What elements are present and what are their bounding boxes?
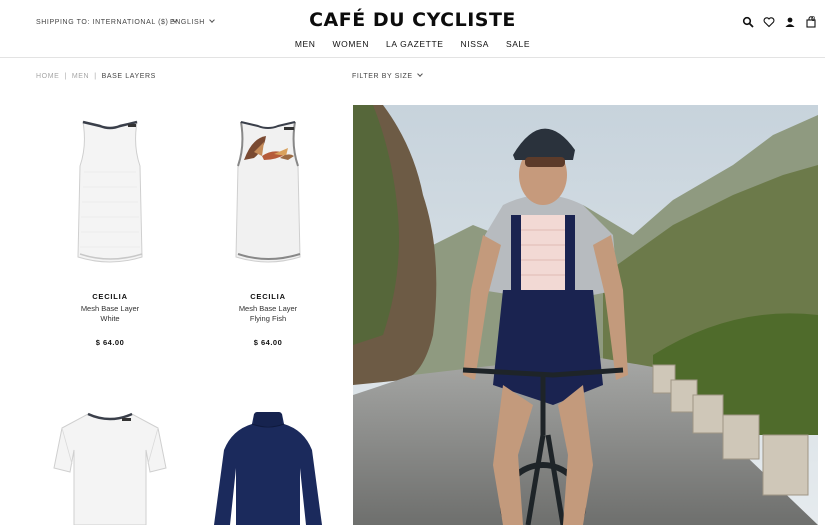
product-description: Mesh Base Layer White xyxy=(35,304,185,324)
breadcrumb-current: BASE LAYERS xyxy=(101,73,156,80)
breadcrumb-home[interactable]: HOME xyxy=(36,73,59,80)
user-icon[interactable] xyxy=(784,16,796,28)
product-type: Mesh Base Layer xyxy=(238,304,298,313)
product-name[interactable]: CECILIA xyxy=(35,292,185,301)
breadcrumb-separator: | xyxy=(94,73,97,80)
cyclist-hero-illustration xyxy=(353,105,818,525)
nav-item-men[interactable]: MEN xyxy=(295,39,316,49)
product-card[interactable] xyxy=(193,410,343,525)
breadcrumb: HOME | MEN | BASE LAYERS xyxy=(36,73,156,80)
heart-icon[interactable] xyxy=(763,16,775,28)
search-icon[interactable] xyxy=(742,16,754,28)
product-image[interactable] xyxy=(35,112,185,272)
product-image[interactable] xyxy=(35,410,185,525)
product-card[interactable]: CECILIA Mesh Base Layer White $ 64.00 xyxy=(35,112,185,347)
product-image[interactable] xyxy=(193,410,343,525)
product-card[interactable]: CECILIA Mesh Base Layer Flying Fish $ 64… xyxy=(193,112,343,347)
product-price: $ 64.00 xyxy=(95,338,125,347)
nav-item-sale[interactable]: SALE xyxy=(506,39,530,49)
breadcrumb-separator: | xyxy=(64,73,67,80)
site-logo[interactable]: CAFÉ DU CYCLISTE xyxy=(0,9,825,31)
filter-by-size[interactable]: FILTER BY SIZE xyxy=(352,71,423,80)
product-description: Mesh Base Layer Flying Fish xyxy=(193,304,343,324)
hero-image xyxy=(353,105,818,525)
cart-button[interactable]: 0 xyxy=(805,15,816,28)
product-image[interactable] xyxy=(193,112,343,272)
cart-count: 0 xyxy=(811,15,815,23)
nav-item-la-gazette[interactable]: LA GAZETTE xyxy=(386,39,444,49)
chevron-down-icon xyxy=(416,71,423,77)
tank-top-white-image xyxy=(77,120,143,263)
product-price: $ 64.00 xyxy=(253,338,283,347)
tshirt-white-image xyxy=(53,412,167,525)
product-color: White xyxy=(100,314,120,323)
nav-item-nissa[interactable]: NISSA xyxy=(461,39,490,49)
product-type: Mesh Base Layer xyxy=(80,304,140,313)
product-color: Flying Fish xyxy=(249,314,287,323)
site-header: SHIPPING TO: INTERNATIONAL ($) ENGLISH C… xyxy=(0,0,825,58)
main-nav: MEN WOMEN LA GAZETTE NISSA SALE xyxy=(0,39,825,49)
product-card[interactable] xyxy=(35,410,185,525)
nav-item-women[interactable]: WOMEN xyxy=(333,39,370,49)
product-name[interactable]: CECILIA xyxy=(193,292,343,301)
tank-top-flying-fish-image xyxy=(235,121,301,263)
filter-label: FILTER BY SIZE xyxy=(352,73,413,80)
long-sleeve-navy-image xyxy=(214,412,322,525)
header-icons: 0 xyxy=(742,15,816,28)
breadcrumb-men[interactable]: MEN xyxy=(72,73,89,80)
